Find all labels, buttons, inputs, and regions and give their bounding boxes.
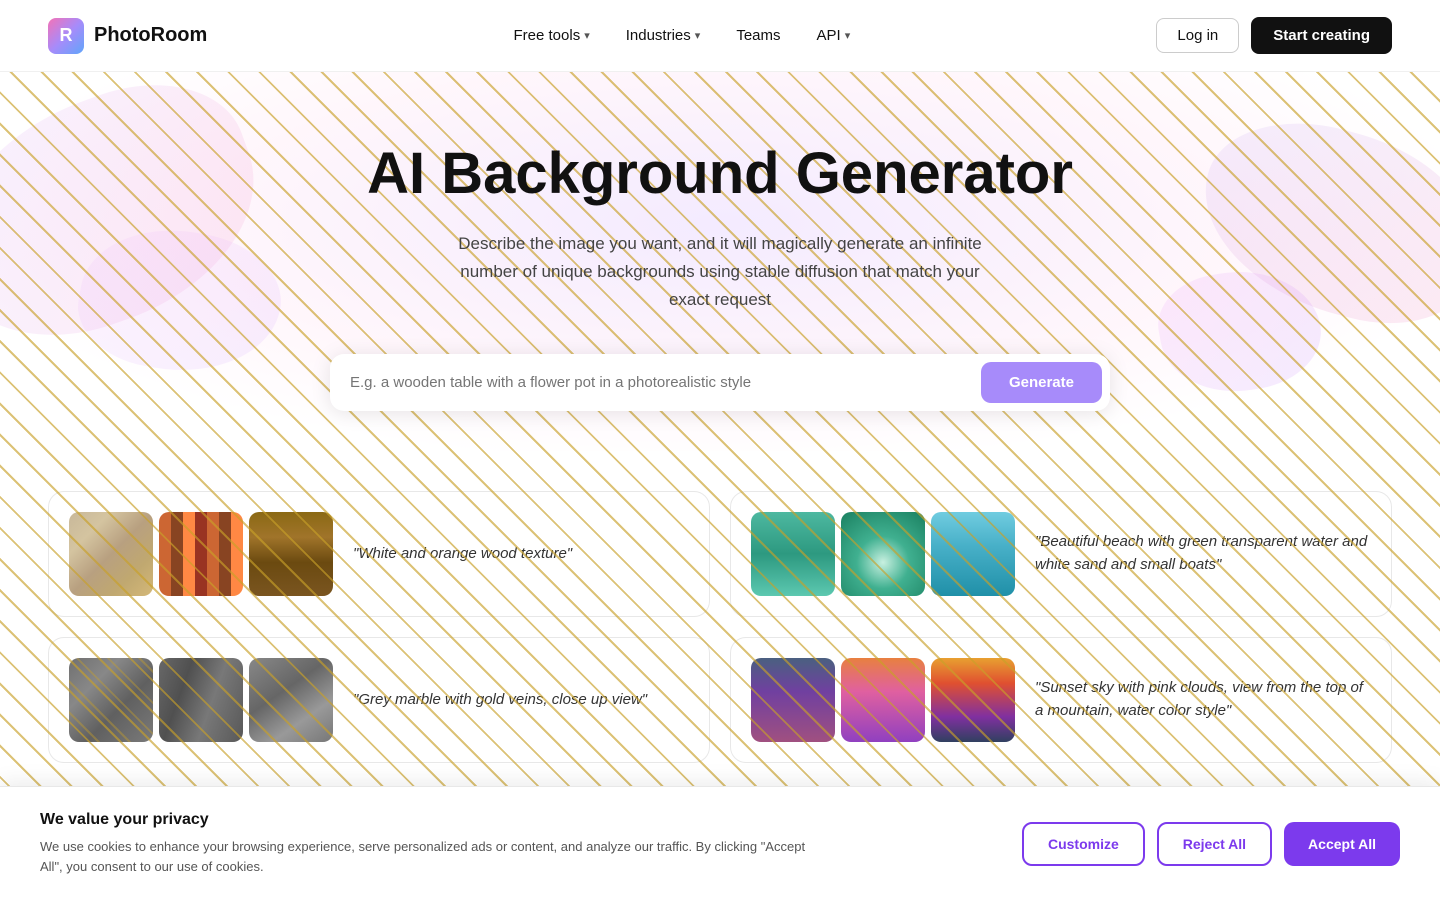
- gallery-section: "White and orange wood texture" "Beautif…: [0, 451, 1440, 803]
- cookie-text: We value your privacy We use cookies to …: [40, 811, 820, 876]
- start-creating-button[interactable]: Start creating: [1251, 17, 1392, 54]
- cookie-actions: Customize Reject All Accept All: [1022, 822, 1400, 866]
- chevron-down-icon: ▾: [845, 29, 851, 42]
- accept-all-button[interactable]: Accept All: [1284, 822, 1400, 866]
- customize-button[interactable]: Customize: [1022, 822, 1145, 866]
- login-button[interactable]: Log in: [1156, 18, 1239, 53]
- nav-industries[interactable]: Industries ▾: [612, 19, 715, 52]
- page-title: AI Background Generator: [20, 142, 1420, 206]
- cookie-description: We use cookies to enhance your browsing …: [40, 837, 820, 876]
- marble-image-3: [249, 658, 333, 742]
- navbar: R PhotoRoom Free tools ▾ Industries ▾ Te…: [0, 0, 1440, 72]
- cookie-title: We value your privacy: [40, 811, 820, 829]
- hero-description: Describe the image you want, and it will…: [440, 230, 1000, 314]
- chevron-down-icon: ▾: [584, 29, 590, 42]
- card-images-marble: [69, 658, 333, 742]
- search-input[interactable]: [350, 374, 981, 391]
- generate-button[interactable]: Generate: [981, 362, 1102, 403]
- gallery-card-marble: "Grey marble with gold veins, close up v…: [48, 637, 710, 763]
- logo-text: PhotoRoom: [94, 24, 207, 47]
- logo-icon: R: [48, 18, 84, 54]
- nav-links: Free tools ▾ Industries ▾ Teams API ▾: [500, 19, 865, 52]
- nav-free-tools[interactable]: Free tools ▾: [500, 19, 604, 52]
- cookie-banner: We value your privacy We use cookies to …: [0, 786, 1440, 900]
- nav-teams[interactable]: Teams: [722, 19, 794, 52]
- nav-actions: Log in Start creating: [1156, 17, 1392, 54]
- hero-content: AI Background Generator Describe the ima…: [20, 142, 1420, 411]
- chevron-down-icon: ▾: [695, 29, 701, 42]
- logo[interactable]: R PhotoRoom: [48, 18, 207, 54]
- search-box: Generate: [330, 354, 1110, 411]
- reject-all-button[interactable]: Reject All: [1157, 822, 1272, 866]
- nav-api[interactable]: API ▾: [803, 19, 865, 52]
